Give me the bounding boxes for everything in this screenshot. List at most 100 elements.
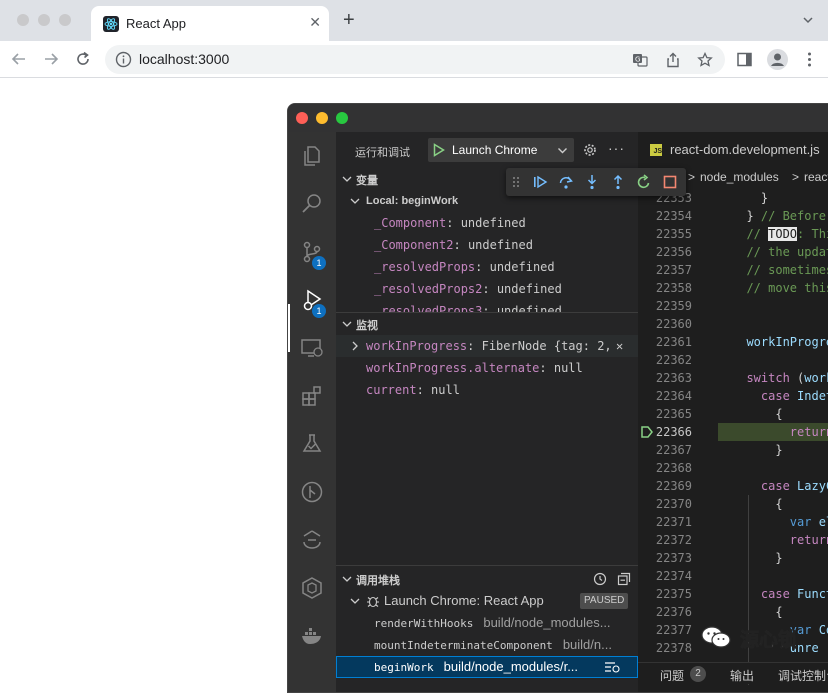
code-text: case Functio: [732, 585, 828, 603]
debug-toolbar: [506, 168, 686, 196]
watch-row[interactable]: workInProgress.alternate: null: [336, 357, 638, 379]
back-arrow-icon[interactable]: [10, 50, 28, 68]
step-into-icon[interactable]: [584, 174, 600, 190]
code-line[interactable]: 22363 switch (workIn: [638, 369, 828, 387]
breadcrumb-item[interactable]: react-: [804, 170, 828, 184]
watch-section-header[interactable]: 监视: [336, 313, 638, 335]
code-line[interactable]: 22368: [638, 459, 828, 477]
code-line[interactable]: 22358 // move this a: [638, 279, 828, 297]
remove-watch-icon[interactable]: ✕: [616, 335, 623, 357]
code-text: // the update: [732, 243, 828, 261]
tab-close-icon[interactable]: ✕: [309, 14, 321, 31]
chevron-down-icon[interactable]: [802, 14, 814, 26]
code-line[interactable]: 22369 case LazyCom: [638, 477, 828, 495]
new-tab-button[interactable]: +: [343, 10, 355, 30]
call-stack-frame[interactable]: mountIndeterminateComponent build/n...: [336, 634, 638, 656]
callstack-section-header[interactable]: 调用堆栈: [336, 568, 638, 590]
call-stack-frame[interactable]: renderWithHooks build/node_modules...: [336, 612, 638, 634]
code-line[interactable]: 22362: [638, 351, 828, 369]
search-icon[interactable]: [300, 192, 324, 216]
code-line[interactable]: 22365 {: [638, 405, 828, 423]
explorer-icon[interactable]: [300, 144, 324, 168]
editor-tab[interactable]: JS react-dom.development.js: [638, 132, 828, 167]
docker-icon[interactable]: [300, 624, 324, 648]
code-line[interactable]: 22360: [638, 315, 828, 333]
remote-explorer-icon[interactable]: [300, 336, 324, 360]
debug-session-row[interactable]: Launch Chrome: React App PAUSED: [336, 590, 638, 612]
info-icon[interactable]: [115, 51, 132, 68]
code-line[interactable]: 22364 case Indete: [638, 387, 828, 405]
step-out-icon[interactable]: [610, 174, 626, 190]
gear-icon[interactable]: [583, 143, 597, 157]
variable-row[interactable]: _Component2: undefined: [336, 234, 638, 256]
chevron-down-icon: [350, 198, 360, 204]
code-line[interactable]: 22375 case Functio: [638, 585, 828, 603]
breadcrumb-item[interactable]: node_modules: [700, 170, 779, 184]
kebab-menu-icon[interactable]: [801, 51, 818, 68]
watch-row[interactable]: ✕workInProgress: FiberNode {tag: 2, k…: [336, 335, 638, 357]
launch-config-select[interactable]: Launch Chrome: [428, 138, 574, 162]
profile-avatar-icon[interactable]: [767, 49, 788, 70]
variable-row[interactable]: _resolvedProps2: undefined: [336, 278, 638, 300]
code-line[interactable]: 22356 // the update: [638, 243, 828, 261]
clock-icon[interactable]: [593, 572, 607, 586]
code-line[interactable]: 22370 {: [638, 495, 828, 513]
drag-handle-icon[interactable]: [512, 174, 520, 190]
debug-console-tab[interactable]: 调试控制台: [778, 667, 828, 684]
stop-icon[interactable]: [662, 174, 678, 190]
variable-row[interactable]: _resolvedProps3: undefined: [336, 300, 638, 312]
variable-row[interactable]: _Component: undefined: [336, 212, 638, 234]
code-line[interactable]: 22374: [638, 567, 828, 585]
code-line[interactable]: 22361 workInProgress: [638, 333, 828, 351]
close-window-button[interactable]: [17, 14, 29, 26]
variable-row[interactable]: _resolvedProps: undefined: [336, 256, 638, 278]
code-line[interactable]: 22377 var Comp: [638, 621, 828, 639]
cube-icon[interactable]: [300, 576, 324, 600]
vscode-close-button[interactable]: [296, 112, 308, 124]
source-control-badge: 1: [312, 256, 326, 270]
translate-icon[interactable]: G: [632, 52, 648, 68]
chevron-right-icon[interactable]: [350, 341, 360, 351]
code-line[interactable]: 22355 // TODO: This: [638, 225, 828, 243]
code-line[interactable]: 22376 {: [638, 603, 828, 621]
play-icon[interactable]: [433, 143, 445, 157]
forward-arrow-icon[interactable]: [42, 50, 60, 68]
code-line[interactable]: 22371 var ele: [638, 513, 828, 531]
timeline-icon[interactable]: [300, 528, 324, 552]
side-panel-icon[interactable]: [736, 51, 753, 68]
share-icon[interactable]: [665, 52, 681, 68]
problems-tab[interactable]: 问题: [660, 667, 684, 684]
vscode-zoom-button[interactable]: [336, 112, 348, 124]
code-line[interactable]: 22357 // sometimes: [638, 261, 828, 279]
zoom-window-button[interactable]: [59, 14, 71, 26]
call-stack-frame[interactable]: beginWork build/node_modules/r...: [336, 656, 638, 678]
restart-frame-icon[interactable]: [604, 661, 620, 673]
continue-icon[interactable]: [532, 174, 548, 190]
chevron-down-icon[interactable]: [557, 145, 568, 156]
reload-icon[interactable]: [74, 50, 92, 68]
restart-icon[interactable]: [636, 174, 652, 190]
more-actions-icon[interactable]: ···: [608, 140, 625, 156]
code-line[interactable]: 22372 return r: [638, 531, 828, 549]
line-number: 22377: [655, 623, 692, 637]
step-over-icon[interactable]: [558, 174, 574, 190]
code-line[interactable]: 22367 }: [638, 441, 828, 459]
output-tab[interactable]: 输出: [730, 667, 754, 684]
watch-row[interactable]: current: null: [336, 379, 638, 401]
browser-tab[interactable]: React App ✕: [91, 6, 329, 41]
extensions-icon[interactable]: [300, 384, 324, 408]
code-line[interactable]: 22378 unre: [638, 639, 828, 657]
bookmark-star-icon[interactable]: [697, 52, 713, 68]
address-bar[interactable]: localhost:3000 G: [105, 45, 725, 74]
code-line[interactable]: 22373 }: [638, 549, 828, 567]
collapse-all-icon[interactable]: [617, 572, 631, 586]
minimize-window-button[interactable]: [38, 14, 50, 26]
git-graph-icon[interactable]: [300, 480, 324, 504]
code-line[interactable]: 22366 return m: [638, 423, 828, 441]
testing-icon[interactable]: [300, 432, 324, 456]
code-line[interactable]: 22359: [638, 297, 828, 315]
code-line[interactable]: 22354 } // Before e: [638, 207, 828, 225]
line-number: 22375: [655, 587, 692, 601]
chevron-down-icon: [342, 321, 352, 327]
vscode-minimize-button[interactable]: [316, 112, 328, 124]
